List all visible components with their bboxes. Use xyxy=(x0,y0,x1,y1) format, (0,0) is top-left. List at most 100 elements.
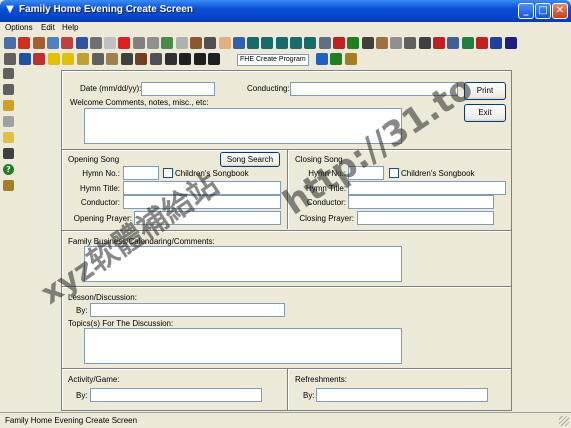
opening-hymn-title-label: Hymn Title: xyxy=(79,184,120,193)
smiley-icon[interactable] xyxy=(62,53,75,65)
picture-icon[interactable] xyxy=(161,37,174,49)
cross-icon[interactable] xyxy=(208,53,221,65)
minimize-button[interactable]: _ xyxy=(518,3,534,19)
envelope-icon[interactable] xyxy=(147,37,159,49)
bird-icon[interactable] xyxy=(375,37,388,49)
document-icon[interactable] xyxy=(175,37,188,49)
refreshments-by-input[interactable] xyxy=(316,388,488,402)
ship-icon[interactable] xyxy=(361,37,374,49)
song-search-button[interactable]: Song Search xyxy=(220,152,280,167)
pencil-icon[interactable] xyxy=(404,37,417,49)
book-icon[interactable] xyxy=(247,37,260,49)
conducting-input[interactable] xyxy=(290,82,458,96)
help-icon[interactable]: ? xyxy=(3,164,14,175)
dove-icon[interactable] xyxy=(390,37,403,49)
chart-icon[interactable] xyxy=(490,37,503,49)
opening-prayer-input[interactable] xyxy=(134,211,281,225)
bug-icon[interactable] xyxy=(204,37,217,49)
globe-icon[interactable] xyxy=(316,53,328,65)
business-textarea[interactable] xyxy=(84,246,402,282)
dog-icon[interactable] xyxy=(32,37,45,49)
utensils-icon[interactable] xyxy=(89,37,102,49)
topics-textarea[interactable] xyxy=(84,328,402,364)
menu-help[interactable]: Help xyxy=(62,23,78,32)
book-icon[interactable] xyxy=(261,37,274,49)
exit-button[interactable]: Exit xyxy=(464,104,506,122)
opening-childrens-checkbox[interactable] xyxy=(163,168,173,178)
calendar-icon[interactable] xyxy=(232,37,245,49)
notebook-icon[interactable] xyxy=(318,37,331,49)
first-aid-icon[interactable] xyxy=(118,37,131,49)
closing-prayer-input[interactable] xyxy=(357,211,494,225)
pet-icon[interactable] xyxy=(447,37,460,49)
export-icon[interactable] xyxy=(344,53,357,65)
opening-hymn-title-input[interactable] xyxy=(123,181,281,195)
closing-conductor-input[interactable] xyxy=(348,195,494,209)
reload-icon[interactable] xyxy=(3,84,14,95)
title-bar[interactable]: ▼ Family Home Evening Create Screen _ □ … xyxy=(0,0,571,22)
umbrella-icon[interactable] xyxy=(75,37,88,49)
exit-icon[interactable] xyxy=(3,180,14,191)
flag-icon[interactable] xyxy=(18,37,31,49)
help-icon[interactable] xyxy=(330,53,343,65)
closing-hymn-no-input[interactable] xyxy=(348,166,384,180)
welcome-label: Welcome Comments, notes, misc., etc: xyxy=(70,98,209,107)
opening-conductor-input[interactable] xyxy=(123,195,281,209)
game-icon[interactable] xyxy=(433,37,445,49)
menu-options[interactable]: Options xyxy=(5,23,33,32)
date-input[interactable] xyxy=(141,82,215,96)
bear-icon[interactable] xyxy=(189,37,202,49)
resize-grip[interactable] xyxy=(559,416,569,426)
blank-icon[interactable] xyxy=(3,116,14,127)
scroll-icon[interactable] xyxy=(106,53,119,65)
grid-icon[interactable] xyxy=(150,53,162,65)
note-icon[interactable] xyxy=(3,132,14,143)
opening-conductor-label: Conductor: xyxy=(80,198,120,207)
ornament-icon[interactable] xyxy=(475,37,488,49)
car-icon[interactable] xyxy=(347,37,360,49)
app-icon[interactable]: ▼ xyxy=(4,4,16,16)
closing-childrens-checkbox[interactable] xyxy=(389,168,399,178)
book-icon[interactable] xyxy=(164,53,177,65)
menu-bar: Options Edit Help xyxy=(0,22,571,34)
pen-icon[interactable] xyxy=(418,37,431,49)
abacus-icon[interactable] xyxy=(135,53,148,65)
printer-icon[interactable] xyxy=(4,53,16,65)
book-icon[interactable] xyxy=(275,37,288,49)
fhe-form: Date (mm/dd/yy): Conducting: Print Exit … xyxy=(61,70,512,411)
computer-icon[interactable] xyxy=(4,37,16,49)
lamp-icon[interactable] xyxy=(77,53,89,65)
note-icon[interactable] xyxy=(132,37,145,49)
activity-by-input[interactable] xyxy=(90,388,262,402)
family-icon[interactable] xyxy=(46,37,59,49)
divider-vertical xyxy=(287,369,289,410)
welcome-textarea[interactable] xyxy=(84,108,402,144)
closing-hymn-title-input[interactable] xyxy=(348,181,506,195)
book-icon[interactable] xyxy=(304,37,317,49)
lesson-by-input[interactable] xyxy=(90,303,285,317)
chart-icon[interactable] xyxy=(3,100,14,111)
activity-label: Activity/Game: xyxy=(68,375,120,384)
program-label[interactable]: FHE Create Program xyxy=(237,54,309,66)
car-icon[interactable] xyxy=(332,37,345,49)
number-icon[interactable] xyxy=(91,53,104,65)
blank-icon[interactable] xyxy=(104,37,117,49)
close-button[interactable]: ✕ xyxy=(552,3,568,19)
book-icon[interactable] xyxy=(290,37,302,49)
book-icon[interactable] xyxy=(18,53,31,65)
tree-icon[interactable] xyxy=(3,148,14,159)
hand-icon[interactable] xyxy=(218,37,231,49)
family-icon[interactable] xyxy=(3,68,14,79)
church-icon[interactable] xyxy=(33,53,46,65)
candle-icon[interactable] xyxy=(193,53,206,65)
lock-icon[interactable] xyxy=(120,53,133,65)
people-icon[interactable] xyxy=(61,37,74,49)
smiley-icon[interactable] xyxy=(47,53,60,65)
opening-hymn-no-input[interactable] xyxy=(123,166,159,180)
print-button[interactable]: Print xyxy=(464,82,506,100)
maximize-button[interactable]: □ xyxy=(535,3,551,19)
cross-icon[interactable] xyxy=(179,53,192,65)
clock-icon[interactable] xyxy=(504,37,517,49)
menu-edit[interactable]: Edit xyxy=(41,23,55,32)
checklist-icon[interactable] xyxy=(461,37,474,49)
